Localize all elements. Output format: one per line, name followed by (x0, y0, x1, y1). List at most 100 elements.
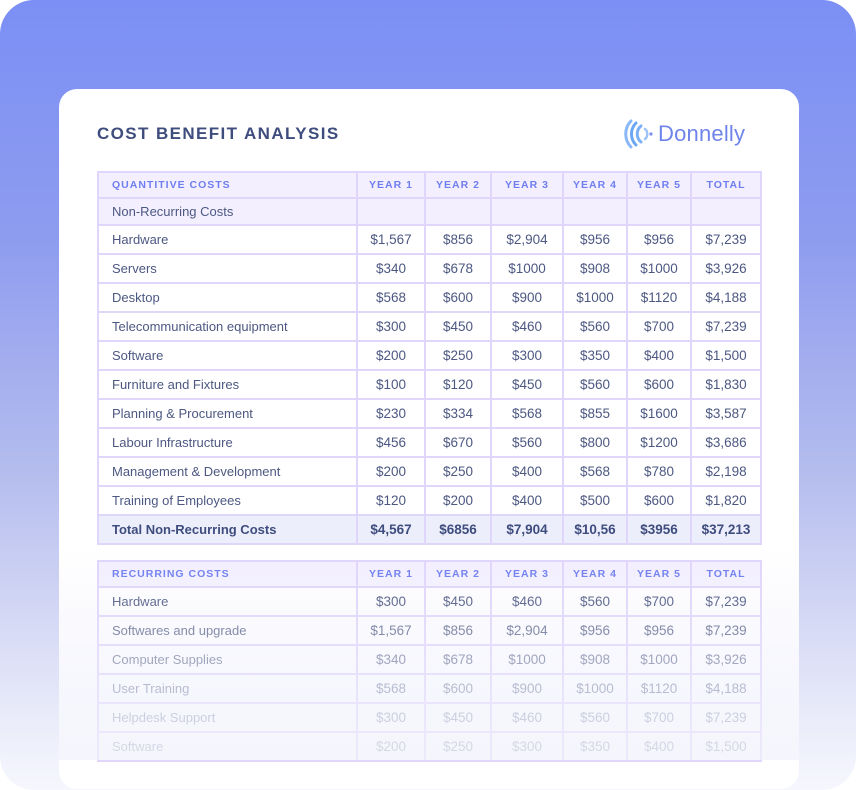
cost-value-cell: $856 (424, 224, 492, 255)
cost-value-cell: $300 (490, 340, 564, 371)
row-label: Labour Infrastructure (97, 427, 358, 458)
brand-logo: Donnelly (622, 118, 745, 150)
total-value-cell: $37,213 (690, 514, 762, 545)
cost-value-cell: $568 (356, 673, 426, 704)
cost-value-cell: $956 (562, 615, 628, 646)
cost-value-cell: $300 (356, 702, 426, 733)
cost-value-cell: $1000 (562, 673, 628, 704)
empty-cell (490, 197, 564, 226)
cost-value-cell: $460 (490, 586, 564, 617)
concentric-arcs-logo-icon (624, 119, 653, 149)
cost-value-cell: $600 (424, 282, 492, 313)
cost-value-cell: $450 (424, 311, 492, 342)
cost-value-cell: $780 (626, 456, 692, 487)
empty-cell (424, 197, 492, 226)
cost-value-cell: $340 (356, 253, 426, 284)
row-label: Furniture and Fixtures (97, 369, 358, 400)
cost-value-cell: $300 (356, 586, 426, 617)
cost-value-cell: $120 (356, 485, 426, 516)
table-row: Planning & Procurement $230 $334 $568 $855 $1… (97, 398, 762, 429)
row-label: Software (97, 340, 358, 371)
column-header: YEAR 1 (356, 560, 426, 588)
table-row: Softwares and upgrade $1,567 $856 $2,904 $95… (97, 615, 762, 646)
column-header: YEAR 3 (490, 560, 564, 588)
empty-cell (690, 197, 762, 226)
cost-value-cell: $568 (562, 456, 628, 487)
column-header: YEAR 1 (356, 171, 426, 199)
table-row: Servers $340 $678 $1000 $908 $1000 $3,926 (97, 253, 762, 284)
table-row: Management & Development $200 $250 $400 $568… (97, 456, 762, 487)
cost-value-cell: $1,567 (356, 224, 426, 255)
cost-value-cell: $300 (356, 311, 426, 342)
cost-value-cell: $200 (424, 485, 492, 516)
table-row: Telecommunication equipment $300 $450 $460 $… (97, 311, 762, 342)
cost-value-cell: $400 (490, 456, 564, 487)
cost-value-cell: $2,904 (490, 615, 564, 646)
column-header: YEAR 4 (562, 171, 628, 199)
cost-value-cell: $800 (562, 427, 628, 458)
table-row: Software $200 $250 $300 $350 $400 $1,500 (97, 731, 762, 762)
cost-value-cell: $450 (424, 586, 492, 617)
cost-value-cell: $1000 (562, 282, 628, 313)
page-title: COST BENEFIT ANALYSIS (97, 124, 340, 143)
column-header: RECURRING COSTS (97, 560, 358, 588)
table-row: Helpdesk Support $300 $450 $460 $560 $700 $7,2… (97, 702, 762, 733)
table-header-row: QUANTITIVE COSTS YEAR 1 YEAR 2 YEAR 3 YE… (97, 171, 762, 199)
row-label: Computer Supplies (97, 644, 358, 675)
cost-value-cell: $560 (562, 586, 628, 617)
empty-cell (356, 197, 426, 226)
cost-value-cell: $120 (424, 369, 492, 400)
cost-value-cell: $678 (424, 644, 492, 675)
row-label: Desktop (97, 282, 358, 313)
row-label: Management & Development (97, 456, 358, 487)
cost-value-cell: $1600 (626, 398, 692, 429)
table-row: Training of Employees $120 $200 $400 $500 $60… (97, 485, 762, 516)
column-header: TOTAL (690, 171, 762, 199)
row-label: Software (97, 731, 358, 762)
row-label: Servers (97, 253, 358, 284)
cost-value-cell: $700 (626, 311, 692, 342)
cost-value-cell: $900 (490, 673, 564, 704)
cost-value-cell: $450 (490, 369, 564, 400)
cost-value-cell: $560 (562, 702, 628, 733)
cost-value-cell: $1200 (626, 427, 692, 458)
column-header: YEAR 2 (424, 171, 492, 199)
total-value-cell: $7,904 (490, 514, 564, 545)
cost-value-cell: $600 (424, 673, 492, 704)
cost-value-cell: $855 (562, 398, 628, 429)
cost-value-cell: $7,239 (690, 224, 762, 255)
cost-value-cell: $600 (626, 369, 692, 400)
cost-value-cell: $560 (562, 369, 628, 400)
section-subheader: Non-Recurring Costs (97, 197, 358, 226)
column-header: QUANTITIVE COSTS (97, 171, 358, 199)
table-row: Computer Supplies $340 $678 $1000 $908 $1000 $… (97, 644, 762, 675)
cost-value-cell: $956 (626, 224, 692, 255)
cost-value-cell: $400 (626, 340, 692, 371)
table-row: Hardware $1,567 $856 $2,904 $956 $956 $7,239 (97, 224, 762, 255)
total-value-cell: $6856 (424, 514, 492, 545)
cost-value-cell: $2,198 (690, 456, 762, 487)
row-label: Hardware (97, 224, 358, 255)
table-row: Software $200 $250 $300 $350 $400 $1,500 (97, 340, 762, 371)
cost-value-cell: $3,686 (690, 427, 762, 458)
cost-value-cell: $956 (562, 224, 628, 255)
cost-value-cell: $560 (562, 311, 628, 342)
cost-value-cell: $334 (424, 398, 492, 429)
cost-value-cell: $560 (490, 427, 564, 458)
cost-value-cell: $450 (424, 702, 492, 733)
column-header: TOTAL (690, 560, 762, 588)
cost-value-cell: $7,239 (690, 615, 762, 646)
row-label: Training of Employees (97, 485, 358, 516)
cost-value-cell: $670 (424, 427, 492, 458)
table-row: Labour Infrastructure $456 $670 $560 $800 $12… (97, 427, 762, 458)
cost-value-cell: $1120 (626, 673, 692, 704)
cost-value-cell: $4,188 (690, 282, 762, 313)
row-label: User Training (97, 673, 358, 704)
cost-value-cell: $900 (490, 282, 564, 313)
table-row: User Training $568 $600 $900 $1000 $1120 $4,18… (97, 673, 762, 704)
cost-value-cell: $460 (490, 702, 564, 733)
column-header: YEAR 4 (562, 560, 628, 588)
cost-value-cell: $460 (490, 311, 564, 342)
table-row: Furniture and Fixtures $100 $120 $450 $560 $6… (97, 369, 762, 400)
cost-value-cell: $250 (424, 340, 492, 371)
